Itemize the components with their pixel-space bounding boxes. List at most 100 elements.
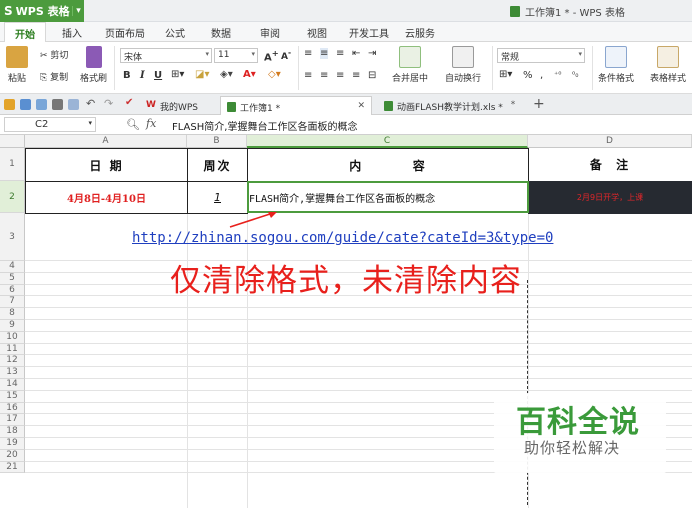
tab-developer[interactable]: 开发工具: [349, 25, 389, 40]
tab-home[interactable]: 开始: [4, 22, 46, 43]
currency-icon[interactable]: ⊞▾: [499, 69, 512, 80]
conditional-format-button[interactable]: 条件格式: [598, 46, 634, 84]
cell-d1[interactable]: 备 注: [528, 148, 692, 182]
decrease-decimal-icon[interactable]: ⁰₀: [572, 70, 578, 79]
font-size-select[interactable]: 11 ▾: [214, 48, 258, 63]
close-icon[interactable]: *: [511, 100, 516, 110]
row-header-4[interactable]: 4: [0, 261, 25, 273]
save-icon[interactable]: [20, 99, 31, 110]
align-left-icon[interactable]: ≡: [304, 70, 312, 81]
underline-button[interactable]: U: [154, 70, 162, 81]
format-painter-button[interactable]: 格式刷: [80, 46, 107, 84]
cell-b1[interactable]: 周次: [187, 148, 248, 182]
undo-icon[interactable]: ↶: [86, 97, 95, 110]
row-header-12[interactable]: 12: [0, 355, 25, 368]
fx-button[interactable]: fx: [146, 117, 156, 130]
row-header-13[interactable]: 13: [0, 367, 25, 379]
increase-font-icon[interactable]: A+: [264, 48, 279, 63]
cell-a1[interactable]: 日 期: [25, 148, 188, 182]
align-right-icon[interactable]: ≡: [336, 70, 344, 81]
row-header-5[interactable]: 5: [0, 272, 25, 285]
highlight-icon[interactable]: ◈▾: [220, 69, 233, 80]
pin-icon[interactable]: ✔: [125, 97, 133, 108]
fill-color-icon[interactable]: ◪▾: [195, 69, 209, 80]
row-header-8[interactable]: 8: [0, 308, 25, 320]
formula-input[interactable]: FLASH简介,掌握舞台工作区各面板的概念: [172, 118, 357, 133]
align-center-icon[interactable]: ≡: [320, 70, 328, 81]
tab-review[interactable]: 审阅: [260, 25, 280, 40]
row-header-2[interactable]: 2: [0, 181, 25, 213]
font-name-select[interactable]: 宋体 ▾: [120, 48, 212, 63]
wrap-text-button[interactable]: 自动换行: [445, 46, 481, 84]
column-header-a[interactable]: A: [25, 135, 187, 148]
tab-page-layout[interactable]: 页面布局: [105, 25, 145, 40]
row-header-7[interactable]: 7: [0, 296, 25, 309]
row-header-21[interactable]: 21: [0, 461, 25, 474]
row-header-15[interactable]: 15: [0, 390, 25, 403]
row-header-11[interactable]: 11: [0, 343, 25, 356]
output-icon[interactable]: [36, 99, 47, 110]
cell-c1[interactable]: 内 容: [247, 148, 529, 182]
close-icon[interactable]: ✕: [357, 101, 365, 111]
redo-icon[interactable]: ↷: [104, 97, 113, 110]
tab-formulas[interactable]: 公式: [165, 25, 185, 40]
distribute-icon[interactable]: ⊟: [368, 70, 376, 81]
select-all-corner[interactable]: [0, 135, 25, 148]
justify-icon[interactable]: ≡: [352, 70, 360, 81]
row-header-14[interactable]: 14: [0, 379, 25, 391]
align-bottom-icon[interactable]: ≡: [336, 48, 344, 59]
row-header-1[interactable]: 1: [0, 148, 25, 181]
number-format-select[interactable]: 常规 ▾: [497, 48, 585, 63]
open-icon[interactable]: [4, 99, 15, 110]
tab-data[interactable]: 数据: [211, 25, 231, 40]
align-top-icon[interactable]: ≡: [304, 48, 312, 59]
merge-center-button[interactable]: 合并居中: [392, 46, 428, 84]
percent-button[interactable]: %: [523, 70, 533, 81]
row-header-19[interactable]: 19: [0, 438, 25, 450]
tab-view[interactable]: 视图: [307, 25, 327, 40]
decrease-font-icon[interactable]: A-: [281, 48, 291, 62]
column-header-c[interactable]: C: [247, 135, 528, 148]
row-header-20[interactable]: 20: [0, 449, 25, 462]
row-header-3[interactable]: 3: [0, 213, 25, 261]
align-middle-icon[interactable]: ≡: [320, 48, 329, 59]
app-menu-button[interactable]: S WPS 表格 ▾: [0, 0, 84, 22]
row-header-17[interactable]: 17: [0, 414, 25, 427]
tab-insert[interactable]: 插入: [62, 25, 82, 40]
zoom-icon[interactable]: 🔍︎: [126, 118, 140, 131]
row-header-10[interactable]: 10: [0, 331, 25, 344]
doc-tab-flash-plan[interactable]: 动画FLASH教学计划.xls * *: [378, 96, 521, 115]
cut-button[interactable]: ✂ 剪切: [40, 48, 68, 61]
column-header-d[interactable]: D: [528, 135, 692, 148]
print-icon[interactable]: [52, 99, 63, 110]
cell-c2[interactable]: FLASH简介,掌握舞台工作区各面板的概念: [247, 181, 529, 214]
row-header-16[interactable]: 16: [0, 402, 25, 415]
indent-decrease-icon[interactable]: ⇤: [352, 48, 360, 59]
row-header-6[interactable]: 6: [0, 284, 25, 297]
doc-tab-workbook1[interactable]: 工作簿1 * ✕: [220, 96, 372, 115]
font-color-icon[interactable]: A▾: [243, 69, 256, 80]
indent-increase-icon[interactable]: ⇥: [368, 48, 376, 59]
new-tab-icon[interactable]: +: [533, 96, 545, 112]
bold-button[interactable]: B: [123, 70, 131, 81]
doc-tab-my-wps[interactable]: W 我的WPS: [140, 96, 204, 115]
hyperlink[interactable]: http://zhinan.sogou.com/guide/cate?cateI…: [132, 230, 553, 246]
preview-icon[interactable]: [68, 99, 79, 110]
paste-button[interactable]: 粘贴: [6, 46, 28, 84]
cell-d2[interactable]: 2月9日开学，上课: [528, 181, 692, 214]
name-box[interactable]: C2 ▾: [4, 117, 96, 132]
copy-button[interactable]: ⎘ 复制: [40, 70, 68, 83]
table-style-button[interactable]: 表格样式: [650, 46, 686, 84]
app-menu-arrow-icon[interactable]: ▾: [72, 6, 84, 16]
column-header-b[interactable]: B: [187, 135, 247, 148]
tab-cloud[interactable]: 云服务: [405, 25, 435, 40]
row-header-18[interactable]: 18: [0, 426, 25, 438]
increase-decimal-icon[interactable]: ⁺⁰: [554, 70, 561, 79]
border-icon[interactable]: ⊞▾: [171, 69, 184, 80]
thousands-icon[interactable]: ,: [540, 70, 543, 81]
spreadsheet-grid[interactable]: A B C D 1 2 3 4 5 6 7 8 9 10 11 12 13 14 15 16 17 18 19…: [0, 135, 692, 508]
cell-a2[interactable]: 4月8日-4月10日: [25, 181, 188, 214]
row-header-9[interactable]: 9: [0, 320, 25, 332]
clear-format-icon[interactable]: ◇▾: [268, 69, 281, 80]
italic-button[interactable]: I: [140, 70, 145, 81]
